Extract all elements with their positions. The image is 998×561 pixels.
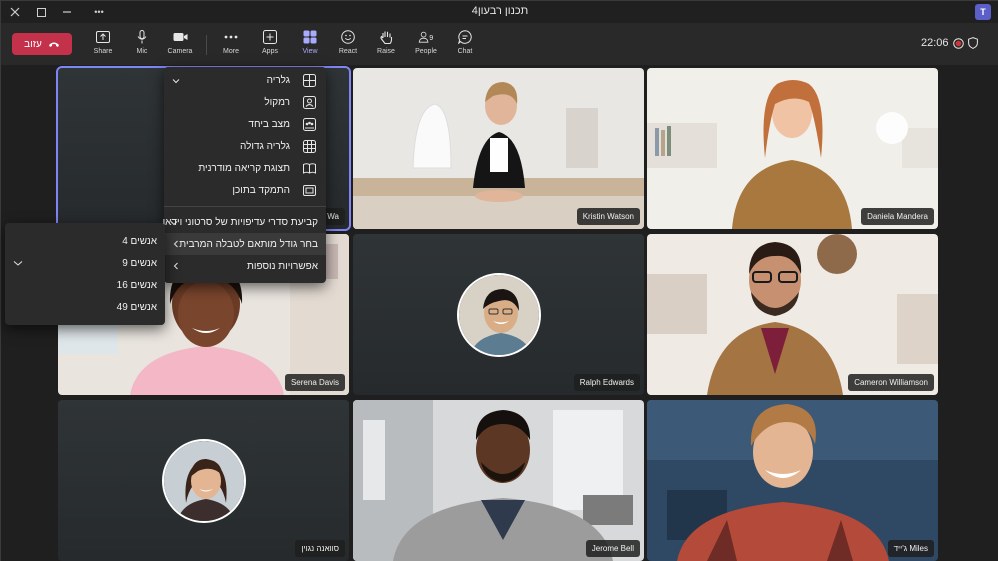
- meeting-timer: 22:06: [921, 37, 978, 49]
- title-bar: ••• תכנון רבעון4 T: [1, 1, 998, 23]
- menu-item-large-gallery[interactable]: גלריה גדולה: [164, 135, 326, 157]
- participant-video: [353, 68, 644, 229]
- participant-avatar: [161, 438, 246, 523]
- shield-icon: [967, 37, 978, 49]
- leave-button[interactable]: עזוב: [12, 33, 72, 55]
- share-label: Share: [93, 48, 113, 55]
- together-mode-icon: [303, 117, 316, 131]
- focus-content-icon: [303, 184, 316, 196]
- participant-video: [353, 400, 644, 561]
- menu-item-gallery[interactable]: גלריה: [164, 69, 326, 91]
- participant-tile[interactable]: Cameron Williamson: [647, 234, 938, 395]
- participant-tile[interactable]: ג'ייד Miles: [647, 400, 938, 561]
- people-button[interactable]: 9 People: [410, 29, 442, 61]
- participant-name: סוואנה נגוין: [295, 540, 345, 557]
- more-icon: [223, 29, 239, 45]
- share-button[interactable]: Share: [87, 29, 119, 61]
- participant-avatar: [456, 272, 541, 357]
- leave-label: עזוב: [24, 38, 42, 50]
- participant-video: [647, 68, 938, 229]
- participant-tile[interactable]: Ralph Edwards: [353, 234, 644, 395]
- checkmark-icon: [13, 261, 23, 266]
- participant-name: Ralph Edwards: [573, 374, 640, 391]
- chevron-left-icon: [173, 262, 178, 270]
- people-count: 9: [429, 33, 433, 42]
- share-icon: [95, 29, 111, 45]
- participant-name: Serena Davis: [284, 374, 345, 391]
- participant-name: Cameron Williamson: [848, 374, 934, 391]
- apps-label: Apps: [262, 48, 278, 55]
- participant-name: Daniela Mandera: [861, 208, 934, 225]
- participant-name: ג'ייד Miles: [887, 540, 934, 557]
- view-button[interactable]: View: [294, 29, 326, 61]
- meeting-toolbar: עזוב Share Mic Camera More Apps View Rea…: [1, 23, 998, 65]
- view-menu: גלריה רמקול מצב ביחד גלריה גדולה תצוגת ק…: [163, 67, 326, 283]
- toolbar-divider: [206, 35, 207, 55]
- view-grid-icon: [302, 29, 318, 45]
- raise-hand-button[interactable]: Raise: [370, 29, 402, 61]
- people-icon: 9: [418, 29, 434, 45]
- more-button[interactable]: More: [215, 29, 247, 61]
- chevron-down-icon: [172, 79, 180, 84]
- grid-size-submenu: 4 אנשים 9 אנשים 16 אנשים 49 אנשים: [5, 223, 165, 325]
- menu-item-prioritize-videos[interactable]: קביעת סדרי עדיפויות של סרטוני וידאו: [163, 211, 326, 233]
- react-label: React: [338, 48, 358, 55]
- microphone-icon: [134, 29, 150, 45]
- participant-name: Jerome Bell: [585, 540, 640, 557]
- menu-item-immersive-reader[interactable]: תצוגת קריאה מודרנית: [164, 157, 326, 179]
- menu-divider: [164, 206, 326, 207]
- participant-tile[interactable]: Jerome Bell: [353, 400, 644, 561]
- gallery-grid-icon: [303, 73, 316, 87]
- speaker-view-icon: [303, 95, 316, 109]
- mic-label: Mic: [136, 48, 148, 55]
- camera-button[interactable]: Camera: [164, 29, 196, 61]
- apps-plus-icon: [262, 29, 278, 45]
- chat-label: Chat: [457, 48, 473, 55]
- chat-icon: [457, 29, 473, 45]
- raise-hand-icon: [378, 29, 394, 45]
- large-gallery-icon: [303, 139, 316, 153]
- people-label: People: [415, 48, 437, 55]
- menu-item-max-grid-size[interactable]: בחר גודל מותאם לטבלה המרבית: [164, 233, 326, 255]
- participant-tile[interactable]: Daniela Mandera: [647, 68, 938, 229]
- mic-button[interactable]: Mic: [126, 29, 158, 61]
- submenu-item-4-people[interactable]: 4 אנשים: [5, 230, 165, 252]
- menu-item-focus-content[interactable]: התמקד בתוכן: [164, 179, 326, 201]
- raise-label: Raise: [377, 48, 395, 55]
- participant-name: Kristin Watson: [576, 208, 640, 225]
- submenu-item-49-people[interactable]: 49 אנשים: [5, 296, 165, 318]
- smiley-icon: [340, 29, 356, 45]
- participant-video: [647, 234, 938, 395]
- participant-avatar-photo: [458, 274, 539, 355]
- camera-label: Camera: [167, 48, 193, 55]
- teams-meeting-window: ••• תכנון רבעון4 T עזוב Share Mic Camera…: [0, 0, 998, 561]
- menu-item-more-options[interactable]: אפשרויות נוספות: [164, 255, 326, 277]
- menu-item-speaker[interactable]: רמקול: [164, 91, 326, 113]
- recording-icon: [952, 37, 964, 49]
- participant-video: [647, 400, 938, 561]
- teams-logo-icon: T: [975, 4, 991, 20]
- timer-text: 22:06: [921, 37, 949, 49]
- submenu-item-9-people[interactable]: 9 אנשים: [5, 252, 165, 274]
- chat-button[interactable]: Chat: [449, 29, 481, 61]
- apps-button[interactable]: Apps: [254, 29, 286, 61]
- more-label: More: [223, 48, 239, 55]
- camera-icon: [172, 29, 188, 45]
- submenu-item-16-people[interactable]: 16 אנשים: [5, 274, 165, 296]
- menu-item-together-mode[interactable]: מצב ביחד: [164, 113, 326, 135]
- react-button[interactable]: React: [332, 29, 364, 61]
- window-title: תכנון רבעון4: [471, 5, 529, 17]
- immersive-reader-icon: [303, 162, 316, 174]
- phone-hangup-icon: [48, 42, 59, 47]
- view-label: View: [302, 48, 318, 55]
- participant-tile[interactable]: Kristin Watson: [353, 68, 644, 229]
- participant-tile[interactable]: סוואנה נגוין: [58, 400, 349, 561]
- participant-avatar-photo: [163, 440, 244, 521]
